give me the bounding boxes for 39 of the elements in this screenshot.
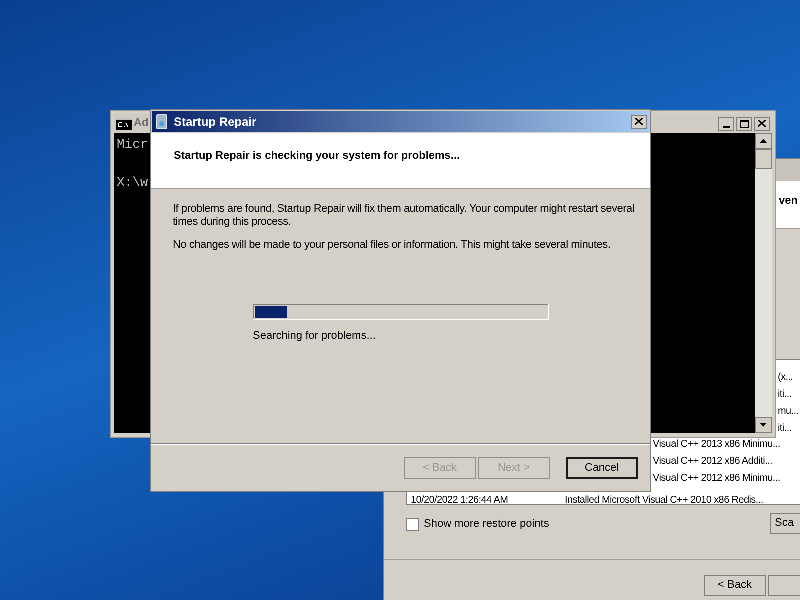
list-cell-text: Installed Microsoft Visual C++ 2010 x86 Redis... — [565, 494, 764, 508]
close-button[interactable] — [631, 114, 647, 128]
list-cell-text: iti... — [778, 388, 792, 402]
list-cell-text: Visual C++ 2012 x86 Additi... — [653, 455, 773, 469]
close-icon — [635, 118, 643, 125]
down-arrow-icon — [760, 423, 767, 427]
list-cell-text: (x... — [778, 371, 794, 385]
back-button[interactable]: < Back — [704, 575, 766, 596]
scroll-up-button[interactable] — [755, 133, 772, 149]
maximize-icon — [740, 120, 748, 128]
list-cell-text: Visual C++ 2013 x86 Minimu... — [653, 438, 780, 452]
scrollbar[interactable] — [755, 133, 772, 433]
list-cell-text: iti... — [778, 422, 792, 436]
minimize-button[interactable] — [718, 116, 734, 130]
list-cell-text: 10/20/2022 1:26:44 AM — [411, 494, 508, 508]
window-title: Startup Repair — [174, 114, 257, 130]
list-cell-text: Visual C++ 2012 x86 Minimu... — [653, 472, 780, 486]
checkbox-label: Show more restore points — [424, 517, 550, 532]
close-icon — [758, 120, 766, 127]
repair-icon — [156, 114, 169, 130]
maximize-button[interactable] — [736, 116, 752, 130]
cancel-button[interactable]: Cancel — [566, 457, 638, 479]
progress-status: Searching for problems... — [253, 329, 377, 344]
checkbox[interactable] — [406, 518, 419, 531]
scan-button[interactable]: Sca — [770, 513, 800, 534]
window-title: Ad — [134, 116, 149, 132]
body-text: If problems are found, Startup Repair will fix them automatically. Your computer might restart several times during this process. — [173, 203, 635, 229]
dialog-heading: Startup Repair is checking your system for problems... — [174, 150, 460, 162]
close-button[interactable] — [754, 116, 770, 130]
body-text: No changes will be made to your personal files or information. This might take several minutes. — [173, 239, 612, 252]
console-icon — [116, 118, 132, 130]
console-line: Micr — [117, 136, 148, 154]
minimize-icon — [722, 126, 730, 128]
list-cell-text: mu... — [778, 405, 799, 419]
scroll-down-button[interactable] — [755, 417, 772, 433]
scroll-thumb[interactable] — [755, 149, 772, 169]
header-text: ven — [779, 194, 798, 209]
up-arrow-icon — [760, 139, 767, 143]
console-line: X:\w — [117, 174, 148, 192]
